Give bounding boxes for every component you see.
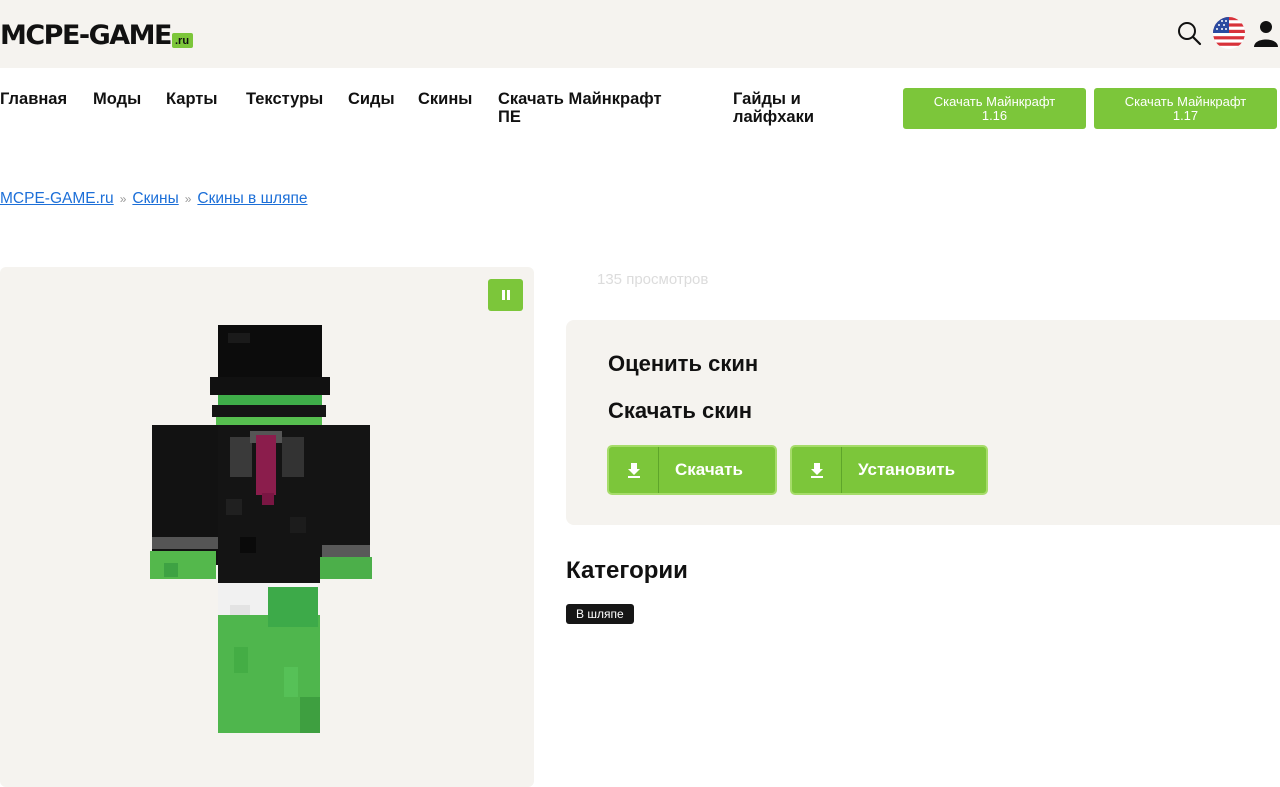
download-117-line2: 1.17 bbox=[1172, 107, 1199, 123]
download-button-label: Скачать bbox=[675, 460, 743, 479]
rate-skin-title: Оценить скин bbox=[608, 351, 759, 376]
nav-item-download-pe[interactable]: Скачать Майнкрафт ПЕ bbox=[498, 90, 662, 126]
nav-item-seeds[interactable]: Сиды bbox=[348, 90, 395, 108]
breadcrumb-hat-skins[interactable]: Скины в шляпе bbox=[197, 190, 307, 208]
logo-suffix: .ru bbox=[172, 33, 194, 48]
breadcrumb-skins[interactable]: Скины bbox=[132, 190, 178, 208]
nav-item-mods[interactable]: Моды bbox=[93, 90, 141, 108]
nav-item-download-pe-line2: ПЕ bbox=[498, 108, 521, 126]
download-116-line2: 1.16 bbox=[981, 107, 1008, 123]
breadcrumb-separator: » bbox=[184, 192, 192, 206]
install-button-label: Установить bbox=[858, 460, 956, 479]
download-117-line1: Скачать Майнкрафт bbox=[1124, 93, 1247, 109]
site-logo[interactable]: MCPE-GAME .ru bbox=[0, 20, 194, 51]
download-minecraft-117-button[interactable]: Скачать Майнкрафт 1.17 bbox=[1094, 88, 1277, 129]
us-flag-icon[interactable] bbox=[1212, 16, 1246, 50]
nav-item-guides-line1: Гайды и bbox=[733, 90, 801, 108]
pause-icon bbox=[501, 290, 510, 300]
top-header: MCPE-GAME .ru bbox=[0, 0, 1280, 68]
user-icon[interactable] bbox=[1252, 16, 1280, 50]
category-tag[interactable]: В шляпе bbox=[566, 604, 634, 624]
breadcrumb: MCPE-GAME.ru » Скины » Скины в шляпе bbox=[0, 190, 307, 208]
skin-preview-image bbox=[150, 325, 372, 733]
breadcrumb-separator: » bbox=[119, 192, 127, 206]
search-icon[interactable] bbox=[1172, 16, 1206, 50]
download-button[interactable]: Скачать bbox=[607, 445, 777, 495]
logo-text: MCPE-GAME bbox=[0, 20, 173, 51]
download-icon bbox=[609, 447, 659, 493]
breadcrumb-home[interactable]: MCPE-GAME.ru bbox=[0, 190, 114, 208]
nav-item-guides-line2: лайфхаки bbox=[733, 108, 814, 126]
download-minecraft-116-button[interactable]: Скачать Майнкрафт 1.16 bbox=[903, 88, 1086, 129]
categories-title: Категории bbox=[566, 557, 688, 584]
nav-item-skins[interactable]: Скины bbox=[418, 90, 472, 108]
nav-item-guides[interactable]: Гайды и лайфхаки bbox=[733, 90, 814, 126]
pause-animation-button[interactable] bbox=[488, 279, 523, 311]
download-skin-title: Скачать скин bbox=[608, 398, 753, 423]
download-116-line1: Скачать Майнкрафт bbox=[933, 93, 1056, 109]
install-icon bbox=[792, 447, 842, 493]
nav-item-textures[interactable]: Текстуры bbox=[246, 90, 323, 108]
install-button[interactable]: Установить bbox=[790, 445, 988, 495]
nav-item-download-pe-line1: Скачать Майнкрафт bbox=[498, 90, 662, 108]
nav-item-home[interactable]: Главная bbox=[0, 90, 67, 108]
nav-item-maps[interactable]: Карты bbox=[166, 90, 217, 108]
main-nav: Главная Моды Карты Текстуры Сиды Скины С… bbox=[0, 88, 1280, 138]
header-icons bbox=[1166, 16, 1280, 50]
view-count: 135 просмотров bbox=[597, 271, 709, 288]
